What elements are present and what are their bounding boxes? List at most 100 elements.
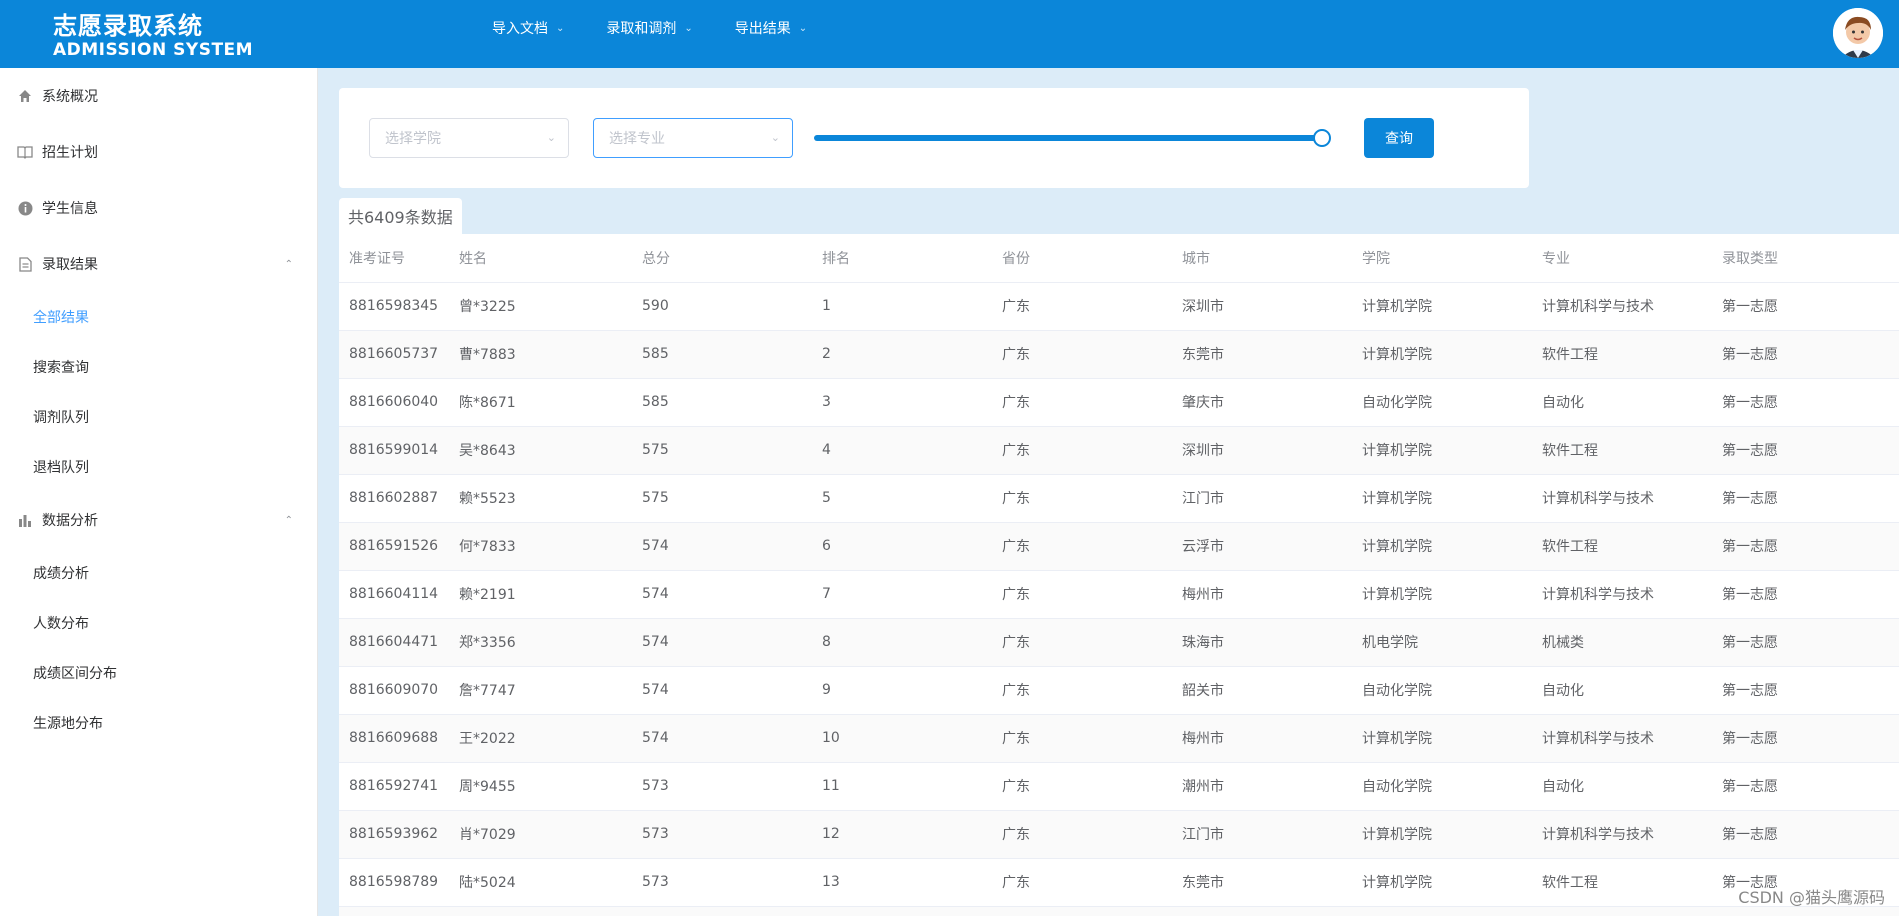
table-cell: 珠海市	[1172, 618, 1352, 667]
table-cell: 8816602887	[339, 474, 449, 523]
table-row[interactable]: 8816605737 曹*7883 585 2 广东 东莞市 计算机学院 软件工程 第一志愿	[339, 330, 1899, 379]
table-cell: 广东	[992, 378, 1172, 427]
table-row[interactable]: 8816593962 肖*7029 573 12 广东 江门市 计算机学院 计算机科学与技术第…	[339, 810, 1899, 859]
table-cell: 575	[632, 474, 812, 523]
sidebar-item-student-info[interactable]: 学生信息	[0, 180, 317, 236]
table-cell: 广东	[992, 666, 1172, 715]
table-row[interactable]: 8816591526 何*7833 574 6 广东 云浮市 计算机学院 软件工程 第一志愿	[339, 522, 1899, 571]
score-slider-track[interactable]	[814, 135, 1322, 141]
sidebar-subitem-score-range-distribution[interactable]: 成绩区间分布	[0, 648, 317, 698]
table-cell	[1352, 906, 1532, 916]
table-cell: 计算机学院	[1352, 282, 1532, 331]
table-cell: 8	[812, 618, 992, 667]
table-row[interactable]: 8816602887 赖*5523 575 5 广东 江门市 计算机学院 计算机科学与技术 第一…	[339, 474, 1899, 523]
watermark: CSDN @猫头鹰源码	[1738, 888, 1885, 907]
table-cell: 第一志愿	[1712, 570, 1899, 619]
table-cell: 585	[632, 378, 812, 427]
sidebar-item-data-analysis[interactable]: 数据分析 ⌃	[0, 492, 317, 548]
table-row[interactable]: 8816592741 周*9455 573 11 广东 潮州市 自动化学院 自动化 第一志愿	[339, 762, 1899, 811]
table-cell: 机电学院	[1352, 618, 1532, 667]
sidebar-subitem-headcount-distribution[interactable]: 人数分布	[0, 598, 317, 648]
table-cell: 梅州市	[1172, 570, 1352, 619]
table-cell: 广东	[992, 618, 1172, 667]
major-select[interactable]: 选择专业 ⌄	[593, 118, 793, 158]
table-row[interactable]: 8816598789 陆*5024 573 13 广东 东莞市 计算机学院 软件工程 第一志愿	[339, 858, 1899, 907]
table-row[interactable]: 8816606040 陈*8671 585 3 广东 肇庆市 自动化学院 自动化 第一志愿	[339, 378, 1899, 427]
nav-admission-adjust[interactable]: 录取和调剂 ⌄	[606, 0, 692, 56]
table-cell: 云浮市	[1172, 522, 1352, 571]
table-cell: 广东	[992, 282, 1172, 331]
sidebar-subitem-search[interactable]: 搜索查询	[0, 342, 317, 392]
table-cell: 第一志愿	[1712, 762, 1899, 811]
table-cell: 王*2022	[449, 714, 632, 763]
table-cell: 肇庆市	[1172, 378, 1352, 427]
table-cell: 广东	[992, 474, 1172, 523]
score-slider-handle[interactable]	[1313, 129, 1331, 147]
top-header: 志愿录取系统 ADMISSION SYSTEM 导入文档 ⌄ 录取和调剂 ⌄ 导…	[0, 0, 1899, 68]
table-row[interactable]: 8816609688 王*2022 574 10 广东 梅州市 计算机学院 计算机科学与技术第…	[339, 714, 1899, 763]
table-cell: 4	[812, 426, 992, 475]
nav-export-results[interactable]: 导出结果 ⌄	[735, 0, 807, 56]
nav-import-docs[interactable]: 导入文档 ⌄	[492, 0, 564, 56]
table-cell: 詹*7747	[449, 666, 632, 715]
table-cell: 软件工程	[1532, 330, 1712, 379]
table-row[interactable]: 8816609070 詹*7747 574 9 广东 韶关市 自动化学院 自动化 第一志愿	[339, 666, 1899, 715]
table-cell	[339, 906, 449, 916]
nav-label: 录取和调剂	[606, 21, 677, 37]
app-subtitle: ADMISSION SYSTEM	[53, 40, 254, 60]
table-cell: 574	[632, 522, 812, 571]
table-cell: 第一志愿	[1712, 810, 1899, 859]
table-cell: 软件工程	[1532, 426, 1712, 475]
table-cell: 计算机学院	[1352, 570, 1532, 619]
table-cell: 574	[632, 666, 812, 715]
table-cell: 陈*8671	[449, 378, 632, 427]
table-cell: 梅州市	[1172, 714, 1352, 763]
column-header: 准考证号	[339, 234, 449, 283]
sidebar-subitem-score-analysis[interactable]: 成绩分析	[0, 548, 317, 598]
table-row[interactable]	[339, 906, 1899, 916]
sidebar-subitem-reject-queue[interactable]: 退档队列	[0, 442, 317, 492]
table-cell	[1532, 906, 1712, 916]
table-cell: 8816604114	[339, 570, 449, 619]
table-cell: 12	[812, 810, 992, 859]
table-cell: 计算机学院	[1352, 522, 1532, 571]
bar-chart-icon	[16, 511, 34, 529]
table-cell: 1	[812, 282, 992, 331]
chevron-down-icon: ⌄	[546, 131, 556, 144]
table-cell: 13	[812, 858, 992, 907]
table-cell: 自动化学院	[1352, 378, 1532, 427]
user-avatar[interactable]	[1833, 8, 1883, 58]
table-row[interactable]: 8816599014 吴*8643 575 4 广东 深圳市 计算机学院 软件工程 第一志愿	[339, 426, 1899, 475]
query-button[interactable]: 查询	[1364, 118, 1434, 158]
table-cell: 软件工程	[1532, 522, 1712, 571]
sidebar-subitem-adjust-queue[interactable]: 调剂队列	[0, 392, 317, 442]
table-cell	[1172, 906, 1352, 916]
chevron-down-icon: ⌄	[770, 131, 780, 144]
table-cell: 机械类	[1532, 618, 1712, 667]
table-cell: 广东	[992, 426, 1172, 475]
college-select[interactable]: 选择学院 ⌄	[369, 118, 569, 158]
table-cell: 8816591526	[339, 522, 449, 571]
table-cell: 广东	[992, 762, 1172, 811]
table-cell: 574	[632, 714, 812, 763]
table-cell: 计算机学院	[1352, 474, 1532, 523]
sidebar-subitem-origin-distribution[interactable]: 生源地分布	[0, 698, 317, 748]
avatar-icon	[1833, 8, 1883, 58]
table-cell: 深圳市	[1172, 282, 1352, 331]
table-row[interactable]: 8816598345 曾*3225 590 1 广东 深圳市 计算机学院 计算机科学与技术 第一…	[339, 282, 1899, 331]
table-cell: 吴*8643	[449, 426, 632, 475]
table-cell: 573	[632, 858, 812, 907]
table-row[interactable]: 8816604114 赖*2191 574 7 广东 梅州市 计算机学院 计算机科学与技术 第一…	[339, 570, 1899, 619]
results-table: 准考证号 姓名 总分 排名 省份 城市 学院 专业 录取类型 881659834…	[339, 234, 1899, 916]
sidebar-item-enrollment-plan[interactable]: 招生计划	[0, 124, 317, 180]
sidebar-item-overview[interactable]: 系统概况	[0, 68, 317, 124]
sidebar-item-admission-results[interactable]: 录取结果 ⌃	[0, 236, 317, 292]
table-cell: 自动化学院	[1352, 762, 1532, 811]
table-row[interactable]: 8816604471 郑*3356 574 8 广东 珠海市 机电学院 机械类 第一志愿	[339, 618, 1899, 667]
table-cell: 8816598345	[339, 282, 449, 331]
table-cell: 第一志愿	[1712, 426, 1899, 475]
table-cell: 573	[632, 762, 812, 811]
table-cell: 计算机学院	[1352, 426, 1532, 475]
sidebar-subitem-all-results[interactable]: 全部结果	[0, 292, 317, 342]
table-cell: 6	[812, 522, 992, 571]
